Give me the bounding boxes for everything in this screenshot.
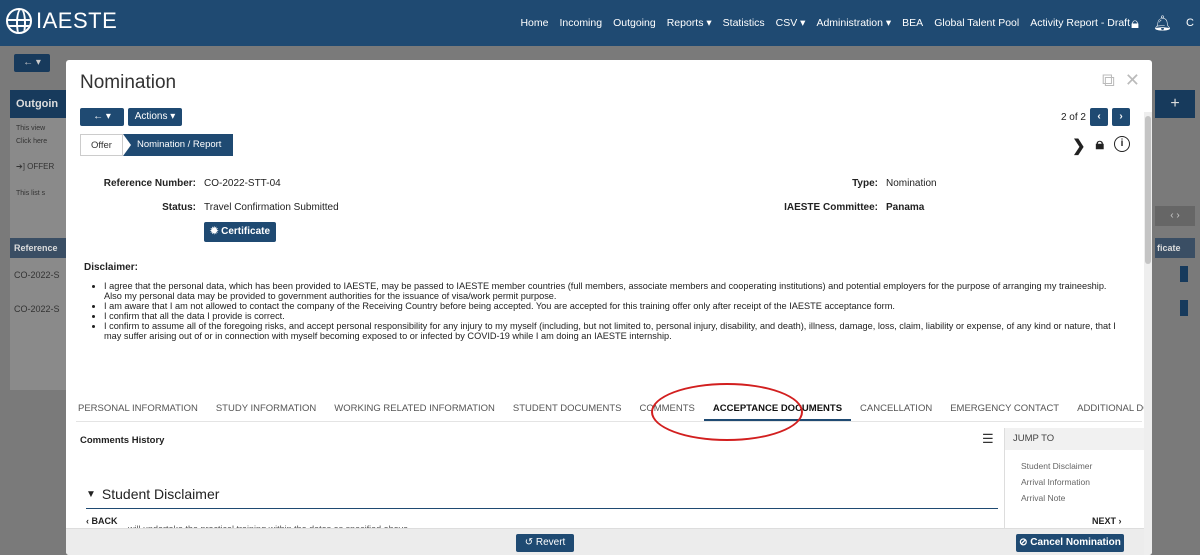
background-add-icon: + [1155,90,1195,118]
cancel-icon: ⊘ [1019,537,1028,548]
nomination-modal: Nomination ⧉ ✕ ← ▾ Actions ▾ 2 of 2 ‹ › … [66,60,1152,555]
student-disclaimer-heading[interactable]: ▼ Student Disclaimer [86,486,219,502]
pager-prev-button[interactable]: ‹ [1090,108,1108,126]
disclaimer-list: I agree that the personal data, which ha… [92,281,1122,341]
step-nomination-report[interactable]: Nomination / Report [122,134,234,156]
gear-icon: ✹ [209,226,219,237]
tab-working-related-information[interactable]: WORKING RELATED INFORMATION [325,400,504,421]
section-next-link[interactable]: NEXT › [1092,516,1122,526]
jump-to-arrival-information[interactable]: Arrival Information [1005,474,1144,490]
status-label: Status: [162,202,196,213]
disclaimer-item: I confirm to assume all of the foregoing… [104,321,1122,341]
nav-outgoing[interactable]: Outgoing [613,17,656,29]
section-tabs: PERSONAL INFORMATION STUDY INFORMATION W… [76,400,1152,422]
actions-dropdown[interactable]: Actions ▾ [128,108,182,126]
type-label: Type: [852,178,878,189]
modal-controls: ⧉ ✕ [1102,70,1140,91]
undo-icon: ↺ [524,537,534,548]
pager-next-button[interactable]: › [1112,108,1130,126]
revert-button[interactable]: ↺ Revert [516,534,574,552]
disclaimer-item: I agree that the personal data, which ha… [104,281,1122,301]
committee-label: IAESTE Committee: [784,202,878,213]
record-tools: ❯ 🔒︎ i [1072,136,1130,156]
jump-to-arrival-note[interactable]: Arrival Note [1005,490,1144,506]
scrollbar-thumb[interactable] [1145,116,1151,264]
nav-reports[interactable]: Reports ▾ [667,17,712,29]
nav-home[interactable]: Home [520,17,548,29]
brand-name: IAESTE [36,8,118,33]
step-offer[interactable]: Offer [80,134,123,156]
bell-icon[interactable]: 🔔︎ [1153,14,1172,32]
revert-label: Revert [535,537,566,548]
user-menu[interactable]: C [1186,17,1194,29]
tab-emergency-contact[interactable]: EMERGENCY CONTACT [941,400,1068,421]
disclaimer-title: Disclaimer: [84,262,138,273]
section-back-link[interactable]: ‹ BACK [86,516,118,526]
background-row-marker [1180,300,1188,316]
nav-statistics[interactable]: Statistics [723,17,765,29]
globe-icon [6,8,32,34]
jump-to-panel: JUMP TO Student Disclaimer Arrival Infor… [1004,428,1144,528]
modal-title: Nomination [80,72,177,93]
status-value: Travel Confirmation Submitted [204,202,339,213]
pager-text: 2 of 2 [1060,111,1086,123]
certificate-button[interactable]: ✹ Certificate [204,222,276,242]
section-divider [86,508,998,509]
record-pager: 2 of 2 ‹ › [1061,108,1130,126]
background-right-header: ficate [1155,238,1195,258]
section-title-text: Student Disclaimer [101,486,220,502]
disclaimer-item: I confirm that all the data I provide is… [104,311,1122,321]
nav-global-talent-pool[interactable]: Global Talent Pool [934,17,1019,29]
nav-activity-report[interactable]: Activity Report - Draft [1030,17,1130,29]
jump-to-student-disclaimer[interactable]: Student Disclaimer [1005,458,1144,474]
nav-links: Home Incoming Outgoing Reports ▾ Statist… [520,0,1130,46]
nav-incoming[interactable]: Incoming [559,17,602,29]
close-icon[interactable]: ✕ [1125,70,1140,91]
info-icon[interactable]: i [1114,136,1130,152]
nav-bea[interactable]: BEA [902,17,923,29]
brand-logo[interactable]: IAESTE [6,8,117,34]
workflow-steps: Offer Nomination / Report [80,134,234,156]
committee-value: Panama [886,202,925,213]
chevron-down-icon: ▼ [86,488,96,500]
list-icon[interactable]: ☰ [982,431,994,447]
comments-history-label: Comments History [80,435,165,446]
modal-footer: ↺ Revert ⊘ Cancel Nomination [66,528,1144,555]
nav-icons: 🔒︎ 🔔︎ C [1131,0,1194,46]
highlight-circle [651,383,803,441]
tab-student-documents[interactable]: STUDENT DOCUMENTS [504,400,631,421]
background-back-button: ← ▾ [14,54,50,72]
cancel-nomination-button[interactable]: ⊘ Cancel Nomination [1016,534,1124,552]
background-pager: ‹ › [1155,206,1195,226]
nav-csv[interactable]: CSV ▾ [776,17,806,29]
back-button[interactable]: ← ▾ [80,108,124,126]
reference-number-label: Reference Number: [103,178,196,189]
reference-number-value: CO-2022-STT-04 [204,178,281,189]
type-value: Nomination [886,178,937,189]
background-row-marker [1180,266,1188,282]
tab-cancellation[interactable]: CANCELLATION [851,400,941,421]
jump-to-title: JUMP TO [1005,428,1144,450]
expand-icon[interactable]: ⧉ [1102,70,1115,91]
tab-personal-information[interactable]: PERSONAL INFORMATION [76,400,207,421]
tab-study-information[interactable]: STUDY INFORMATION [207,400,325,421]
top-navbar: IAESTE Home Incoming Outgoing Reports ▾ … [0,0,1200,46]
nav-administration[interactable]: Administration ▾ [816,17,891,29]
modal-scrollbar[interactable] [1144,112,1152,555]
tab-additional-document[interactable]: ADDITIONAL DOCUMENT [1068,400,1152,421]
lock-icon[interactable]: 🔒︎ [1131,15,1139,32]
chevron-right-icon[interactable]: ❯ [1072,136,1085,156]
disclaimer-item: I am aware that I am not allowed to cont… [104,301,1122,311]
lock-icon[interactable]: 🔒︎ [1095,136,1104,156]
cancel-nomination-label: Cancel Nomination [1030,537,1121,548]
certificate-label: Certificate [221,226,271,237]
